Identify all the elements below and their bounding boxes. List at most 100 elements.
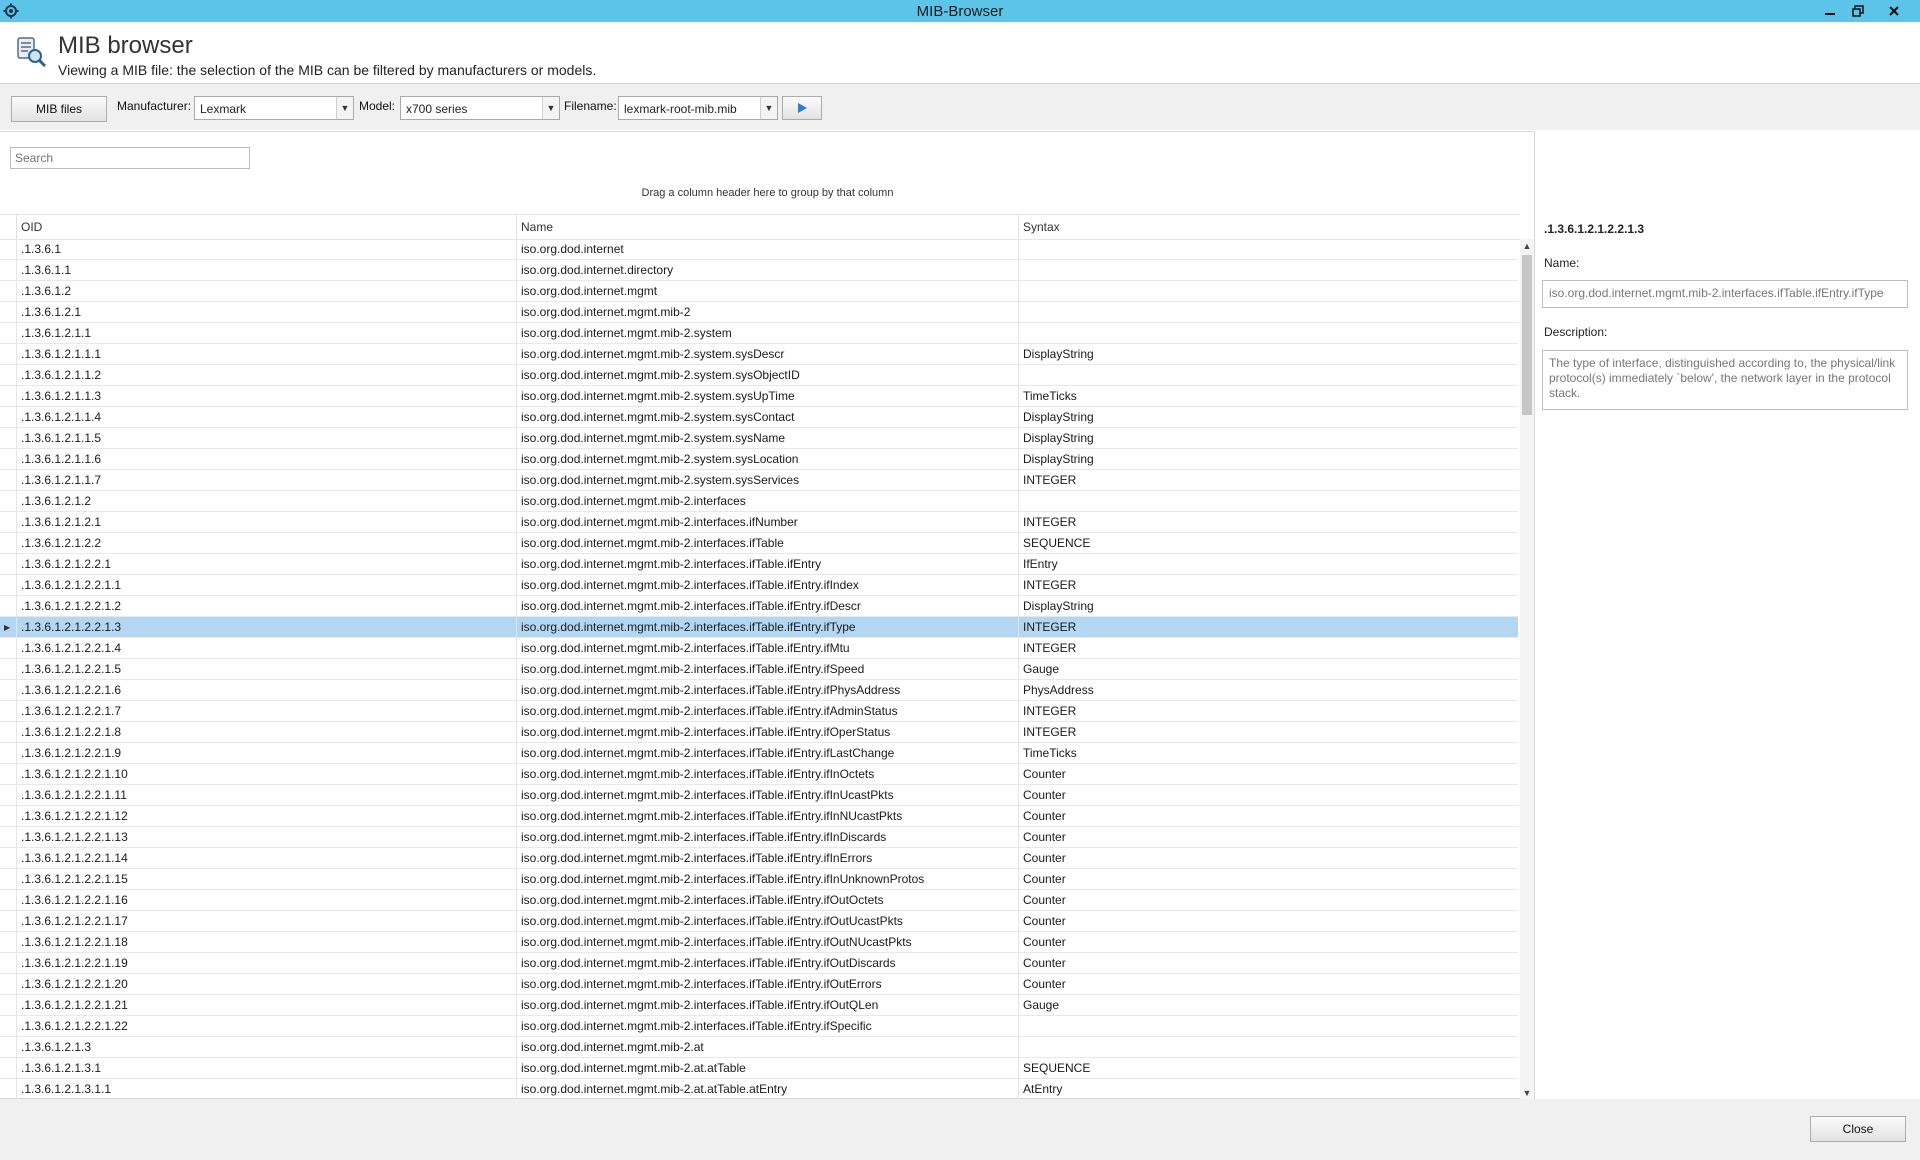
cell-name: iso.org.dod.internet.mgmt.mib-2.at.atTab… [516,1058,1018,1079]
table-row[interactable]: .1.3.6.1.2.1.3.1.1 iso.org.dod.internet.m… [0,1079,1518,1100]
chevron-down-icon[interactable]: ▼ [760,97,777,119]
table-row[interactable]: .1.3.6.1.2.1.2.2.1.1 iso.org.dod.internet… [0,575,1518,596]
minimize-button[interactable] [1816,0,1844,22]
table-row[interactable]: .1.3.6.1.2.1.3 iso.org.dod.internet.mgmt.… [0,1037,1518,1058]
cell-name: iso.org.dod.internet.mgmt.mib-2.interfac… [516,722,1018,743]
cell-name: iso.org.dod.internet [516,239,1018,260]
cell-oid: .1.3.6.1 [16,239,516,260]
scroll-thumb[interactable] [1522,255,1532,415]
mib-files-button[interactable]: MIB files [11,96,107,122]
cell-oid: .1.3.6.1.2.1.2.2.1.5 [16,659,516,680]
chevron-down-icon[interactable]: ▼ [336,97,353,119]
table-row[interactable]: ▶ .1.3.6.1.2.1.2.2.1.3 iso.org.dod.interne… [0,617,1518,638]
table-row[interactable]: .1.3.6.1.2.1.3.1 iso.org.dod.internet.mgm… [0,1058,1518,1079]
table-row[interactable]: .1.3.6.1.2.1.2.2.1.21 iso.org.dod.interne… [0,995,1518,1016]
filename-select[interactable]: lexmark-root-mib.mib ▼ [618,96,778,120]
manufacturer-select[interactable]: Lexmark ▼ [194,96,354,120]
table-row[interactable]: .1.3.6.1.2.1.2.2.1.19 iso.org.dod.interne… [0,953,1518,974]
cell-oid: .1.3.6.1.2.1.2.2.1.14 [16,848,516,869]
cell-name: iso.org.dod.internet.mgmt.mib-2.interfac… [516,995,1018,1016]
cell-syntax [1018,1037,1518,1058]
table-row[interactable]: .1.3.6.1.2.1.2.2.1.16 iso.org.dod.interne… [0,890,1518,911]
table-row[interactable]: .1.3.6.1.2.1.1.4 iso.org.dod.internet.mgm… [0,407,1518,428]
close-button[interactable]: Close [1810,1116,1906,1142]
table-row[interactable]: .1.3.6.1.2.1.2 iso.org.dod.internet.mgmt.… [0,491,1518,512]
table-row[interactable]: .1.3.6.1.2.1.2.2.1.2 iso.org.dod.internet… [0,596,1518,617]
table-row[interactable]: .1.3.6.1.2.1.1.3 iso.org.dod.internet.mgm… [0,386,1518,407]
table-row[interactable]: .1.3.6.1.2.1.2.2.1.11 iso.org.dod.interne… [0,785,1518,806]
table-row[interactable]: .1.3.6.1.2.1.2.2 iso.org.dod.internet.mgm… [0,533,1518,554]
search-input[interactable] [10,147,250,169]
cell-syntax: Gauge [1018,995,1518,1016]
column-header-name[interactable]: Name [516,215,1018,239]
cell-syntax: INTEGER [1018,701,1518,722]
cell-name: iso.org.dod.internet.mgmt.mib-2.interfac… [516,617,1018,638]
title-bar: MIB-Browser [0,0,1920,22]
name-field[interactable]: iso.org.dod.internet.mgmt.mib-2.interfac… [1542,280,1908,308]
table-row[interactable]: .1.3.6.1.2.1.2.1 iso.org.dod.internet.mgm… [0,512,1518,533]
table-row[interactable]: .1.3.6.1.2.1.1.5 iso.org.dod.internet.mgm… [0,428,1518,449]
chevron-down-icon[interactable]: ▼ [542,97,559,119]
table-row[interactable]: .1.3.6.1.2.1.2.2.1.4 iso.org.dod.internet… [0,638,1518,659]
table-row[interactable]: .1.3.6.1.2.1.2.2.1.18 iso.org.dod.interne… [0,932,1518,953]
cell-syntax: DisplayString [1018,428,1518,449]
table-row[interactable]: .1.3.6.1.2.1.2.2.1.10 iso.org.dod.interne… [0,764,1518,785]
scroll-up-icon[interactable]: ▲ [1520,239,1534,253]
filter-toolbar: MIB files Manufacturer: Lexmark ▼ Model:… [0,84,1920,130]
cell-oid: .1.3.6.1.2.1.2.2.1.21 [16,995,516,1016]
table-row[interactable]: .1.3.6.1.2.1.2.2.1 iso.org.dod.internet.m… [0,554,1518,575]
cell-syntax [1018,302,1518,323]
load-mib-button[interactable] [782,96,822,120]
cell-name: iso.org.dod.internet.mgmt.mib-2.interfac… [516,512,1018,533]
scroll-down-icon[interactable]: ▼ [1520,1086,1534,1100]
page-header: MIB browser Viewing a MIB file: the sele… [0,22,1920,84]
restore-button[interactable] [1844,0,1872,22]
cell-syntax: Counter [1018,848,1518,869]
cell-syntax: TimeTicks [1018,743,1518,764]
cell-syntax: INTEGER [1018,575,1518,596]
column-header-syntax[interactable]: Syntax [1018,215,1520,239]
filename-label: Filename: [564,99,617,113]
table-row[interactable]: .1.3.6.1.2.1.2.2.1.17 iso.org.dod.interne… [0,911,1518,932]
table-row[interactable]: .1.3.6.1.2.1.2.2.1.20 iso.org.dod.interne… [0,974,1518,995]
table-row[interactable]: .1.3.6.1.2.1.2.2.1.14 iso.org.dod.interne… [0,848,1518,869]
mib-grid-panel: Drag a column header here to group by th… [0,131,1535,1100]
cell-oid: .1.3.6.1.2.1.2.2.1.9 [16,743,516,764]
table-row[interactable]: .1.3.6.1.1 iso.org.dod.internet.directory [0,260,1518,281]
cell-syntax: INTEGER [1018,617,1518,638]
table-row[interactable]: .1.3.6.1.2.1.2.2.1.6 iso.org.dod.internet… [0,680,1518,701]
cell-syntax [1018,260,1518,281]
cell-oid: .1.3.6.1.2.1.2 [16,491,516,512]
cell-name: iso.org.dod.internet.mgmt.mib-2.system.s… [516,407,1018,428]
table-row[interactable]: .1.3.6.1.2.1.1 iso.org.dod.internet.mgmt.… [0,323,1518,344]
window-title: MIB-Browser [916,3,1004,20]
cell-name: iso.org.dod.internet.mgmt.mib-2.interfac… [516,911,1018,932]
cell-syntax: Gauge [1018,659,1518,680]
table-row[interactable]: .1.3.6.1.2.1.2.2.1.9 iso.org.dod.internet… [0,743,1518,764]
cell-syntax: INTEGER [1018,722,1518,743]
cell-oid: .1.3.6.1.2 [16,281,516,302]
table-row[interactable]: .1.3.6.1.2.1.2.2.1.12 iso.org.dod.interne… [0,806,1518,827]
table-row[interactable]: .1.3.6.1.2.1.1.2 iso.org.dod.internet.mgm… [0,365,1518,386]
cell-name: iso.org.dod.internet.mgmt.mib-2.interfac… [516,932,1018,953]
vertical-scrollbar[interactable]: ▲ ▼ [1520,239,1534,1100]
close-window-button[interactable] [1880,0,1908,22]
table-row[interactable]: .1.3.6.1.2.1.2.2.1.22 iso.org.dod.interne… [0,1016,1518,1037]
table-row[interactable]: .1.3.6.1.2.1.2.2.1.8 iso.org.dod.internet… [0,722,1518,743]
table-row[interactable]: .1.3.6.1.2 iso.org.dod.internet.mgmt [0,281,1518,302]
mib-rows: .1.3.6.1 iso.org.dod.internet .1.3.6.1.1 is… [0,239,1520,1100]
cell-name: iso.org.dod.internet.mgmt.mib-2.interfac… [516,554,1018,575]
table-row[interactable]: .1.3.6.1.2.1.2.2.1.15 iso.org.dod.interne… [0,869,1518,890]
column-header-oid[interactable]: OID [16,215,516,239]
table-row[interactable]: .1.3.6.1.2.1.2.2.1.7 iso.org.dod.internet… [0,701,1518,722]
table-row[interactable]: .1.3.6.1 iso.org.dod.internet [0,239,1518,260]
description-field[interactable]: The type of interface, distinguished acc… [1542,350,1908,410]
table-row[interactable]: .1.3.6.1.2.1.1.6 iso.org.dod.internet.mgm… [0,449,1518,470]
cell-name: iso.org.dod.internet.mgmt.mib-2.interfac… [516,575,1018,596]
table-row[interactable]: .1.3.6.1.2.1.2.2.1.13 iso.org.dod.interne… [0,827,1518,848]
table-row[interactable]: .1.3.6.1.2.1.1.1 iso.org.dod.internet.mgm… [0,344,1518,365]
model-select[interactable]: x700 series ▼ [400,96,560,120]
table-row[interactable]: .1.3.6.1.2.1.1.7 iso.org.dod.internet.mgm… [0,470,1518,491]
table-row[interactable]: .1.3.6.1.2.1.2.2.1.5 iso.org.dod.internet… [0,659,1518,680]
table-row[interactable]: .1.3.6.1.2.1 iso.org.dod.internet.mgmt.mi… [0,302,1518,323]
